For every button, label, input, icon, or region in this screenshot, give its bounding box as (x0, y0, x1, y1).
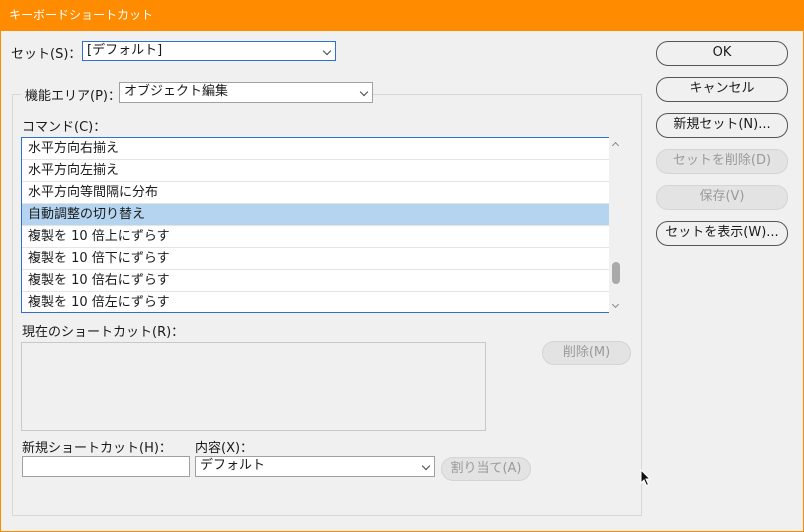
window-title: キーボードショートカット (9, 8, 154, 22)
context-dropdown[interactable]: デフォルト (195, 456, 435, 477)
cancel-button[interactable]: キャンセル (656, 77, 788, 102)
commands-list[interactable]: 水平方向右揃え 水平方向左揃え 水平方向等間隔に分布 自動調整の切り替え 複製を… (21, 137, 610, 313)
current-shortcut-label: 現在のショートカット(R)： (22, 325, 185, 340)
chevron-down-icon (421, 461, 431, 471)
area-dropdown[interactable]: オブジェクト編集 (119, 82, 373, 103)
chevron-down-icon (359, 87, 369, 97)
new-set-button[interactable]: 新規セット(N)... (656, 113, 788, 138)
list-item[interactable]: 複製を 10 倍下にずらす (22, 248, 609, 270)
list-item[interactable]: 水平方向等間隔に分布 (22, 182, 609, 204)
scroll-thumb[interactable] (612, 262, 620, 284)
list-item[interactable]: 水平方向右揃え (22, 138, 609, 160)
scroll-down-icon[interactable] (611, 300, 620, 309)
list-item[interactable]: 複製を 10 倍右にずらす (22, 270, 609, 292)
mouse-pointer-icon (640, 469, 652, 487)
list-item[interactable]: 水平方向左揃え (22, 160, 609, 182)
delete-set-button[interactable]: セットを削除(D) (656, 149, 788, 174)
list-item[interactable]: 複製を 10 倍上にずらす (22, 226, 609, 248)
area-dropdown-value: オブジェクト編集 (124, 84, 229, 99)
set-dropdown-value: [デフォルト] (87, 43, 163, 58)
context-dropdown-value: デフォルト (200, 458, 266, 473)
title-bar[interactable]: キーボードショートカット (0, 0, 804, 31)
dialog-body: セット(S)： [デフォルト] 機能エリア(P)： オブジェクト編集 コマンド(… (1, 31, 803, 531)
commands-label: コマンド(C)： (22, 120, 107, 135)
set-label: セット(S)： (11, 47, 82, 62)
new-shortcut-label: 新規ショートカット(H)： (22, 441, 172, 456)
context-label: 内容(X)： (195, 441, 254, 456)
scroll-up-icon[interactable] (611, 141, 620, 150)
list-item[interactable]: 複製を 10 倍左にずらす (22, 292, 609, 312)
ok-button[interactable]: OK (656, 41, 788, 66)
assign-button[interactable]: 割り当て(A) (441, 457, 531, 481)
remove-shortcut-button[interactable]: 削除(M) (542, 341, 631, 365)
save-button[interactable]: 保存(V) (656, 185, 788, 210)
current-shortcut-list[interactable] (21, 342, 486, 431)
chevron-down-icon (322, 46, 332, 56)
new-shortcut-input[interactable] (22, 456, 190, 477)
set-dropdown[interactable]: [デフォルト] (82, 41, 336, 61)
area-label: 機能エリア(P)： (21, 85, 125, 104)
commands-scrollbar[interactable] (609, 137, 623, 313)
show-set-button[interactable]: セットを表示(W)... (656, 221, 788, 246)
list-item-selected[interactable]: 自動調整の切り替え (22, 204, 609, 226)
